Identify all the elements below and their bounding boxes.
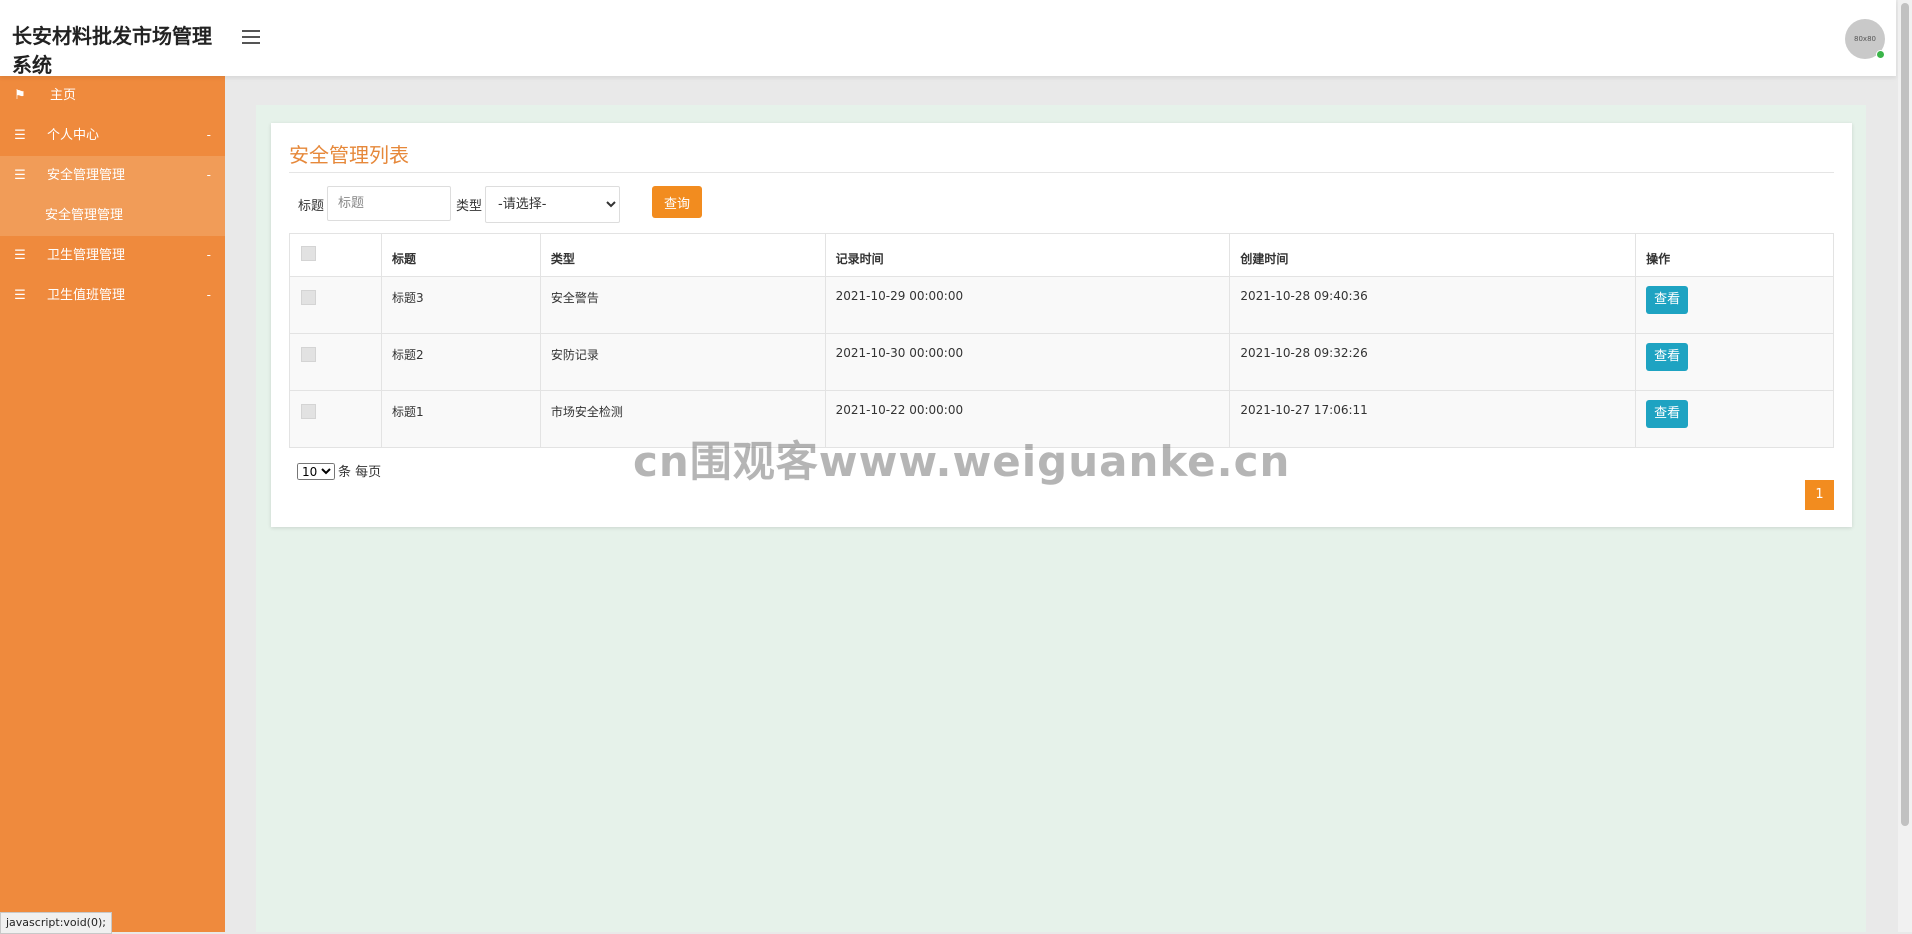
sidebar-subitem-safety-management[interactable]: 安全管理管理 (0, 196, 225, 236)
column-header-action: 操作 (1635, 233, 1834, 277)
collapse-indicator-icon: - (206, 168, 211, 182)
type-select[interactable]: -请选择- (485, 186, 620, 223)
row-select-cell (289, 390, 382, 448)
cell-created-time: 2021-10-28 09:32:26 (1229, 333, 1637, 391)
table-row: 标题3 安全警告 2021-10-29 00:00:00 2021-10-28 … (289, 276, 1834, 334)
per-page-label: 条 每页 (338, 465, 382, 480)
table-row: 标题2 安防记录 2021-10-30 00:00:00 2021-10-28 … (289, 333, 1834, 391)
pagination-page-1[interactable]: 1 (1805, 480, 1834, 510)
view-button[interactable]: 查看 (1646, 400, 1689, 428)
query-button[interactable]: 查询 (652, 186, 702, 218)
column-header-created-time: 创建时间 (1229, 233, 1637, 277)
sidebar-item-hygiene-management[interactable]: ☰ 卫生管理管理 - (0, 236, 225, 276)
cell-action: 查看 (1635, 276, 1834, 334)
cell-action: 查看 (1635, 390, 1834, 448)
cell-action: 查看 (1635, 333, 1834, 391)
cell-record-time: 2021-10-29 00:00:00 (824, 276, 1231, 334)
select-all-cell (289, 233, 382, 277)
list-icon: ☰ (14, 288, 26, 303)
sidebar-item-label: 卫生值班管理 (47, 288, 126, 303)
column-header-title: 标题 (380, 233, 541, 277)
select-all-checkbox[interactable] (301, 246, 316, 261)
sidebar-item-home[interactable]: ⚑ 主页 (0, 76, 225, 116)
title-filter-label: 标题 (298, 199, 325, 214)
cell-type: 安防记录 (539, 333, 826, 391)
scrollbar-thumb[interactable] (1901, 3, 1909, 826)
row-select-cell (289, 333, 382, 391)
title-divider (289, 172, 1834, 173)
list-icon: ☰ (14, 168, 26, 183)
cell-title: 标题3 (380, 276, 541, 334)
app-title: 长安材料批发市场管理系统 (12, 24, 212, 77)
expand-indicator-icon: - (206, 288, 211, 302)
menu-toggle-icon[interactable] (242, 30, 260, 44)
expand-indicator-icon: - (206, 128, 211, 142)
row-select-cell (289, 276, 382, 334)
sidebar-item-hygiene-duty-management[interactable]: ☰ 卫生值班管理 - (0, 276, 225, 316)
table-header-row: 标题 类型 记录时间 创建时间 操作 (289, 233, 1834, 277)
type-filter-label: 类型 (456, 199, 483, 214)
page-title: 安全管理列表 (289, 143, 409, 167)
expand-indicator-icon: - (206, 248, 211, 262)
sidebar-item-safety-management[interactable]: ☰ 安全管理管理 - (0, 156, 225, 196)
page-size-control: 10 条 每页 (297, 461, 381, 480)
browser-status-bar: javascript:void(0); (0, 912, 112, 934)
cell-type: 安全警告 (539, 276, 826, 334)
list-icon: ☰ (14, 128, 26, 143)
view-button[interactable]: 查看 (1646, 343, 1689, 371)
cell-created-time: 2021-10-27 17:06:11 (1229, 390, 1637, 448)
row-checkbox[interactable] (301, 404, 316, 419)
row-checkbox[interactable] (301, 347, 316, 362)
title-search-input[interactable] (327, 186, 451, 221)
sidebar-item-label: 个人中心 (47, 128, 100, 143)
sidebar-item-label: 安全管理管理 (47, 168, 126, 183)
sidebar-item-label: 卫生管理管理 (47, 248, 126, 263)
flag-icon: ⚑ (14, 88, 26, 103)
page-size-select[interactable]: 10 (297, 463, 335, 480)
sidebar: ⚑ 主页 ☰ 个人中心 - ☰ 安全管理管理 - 安全管理管理 ☰ 卫生管理管理… (0, 76, 225, 932)
online-status-indicator (1876, 50, 1885, 59)
cell-created-time: 2021-10-28 09:40:36 (1229, 276, 1637, 334)
sidebar-item-label: 主页 (50, 88, 77, 103)
list-icon: ☰ (14, 248, 26, 263)
view-button[interactable]: 查看 (1646, 286, 1689, 314)
cell-title: 标题2 (380, 333, 541, 391)
page-scrollbar[interactable] (1898, 0, 1912, 932)
cell-record-time: 2021-10-30 00:00:00 (824, 333, 1231, 391)
watermark: cn围观客www.weiguanke.cn (633, 437, 1291, 486)
top-header: 长安材料批发市场管理系统 80x80 (0, 0, 1896, 77)
cell-title: 标题1 (380, 390, 541, 448)
row-checkbox[interactable] (301, 290, 316, 305)
sidebar-item-personal-center[interactable]: ☰ 个人中心 - (0, 116, 225, 156)
column-header-record-time: 记录时间 (824, 233, 1231, 277)
safety-table: 标题 类型 记录时间 创建时间 操作 标题3 安全警告 2021-10-29 0… (289, 233, 1834, 448)
column-header-type: 类型 (539, 233, 826, 277)
